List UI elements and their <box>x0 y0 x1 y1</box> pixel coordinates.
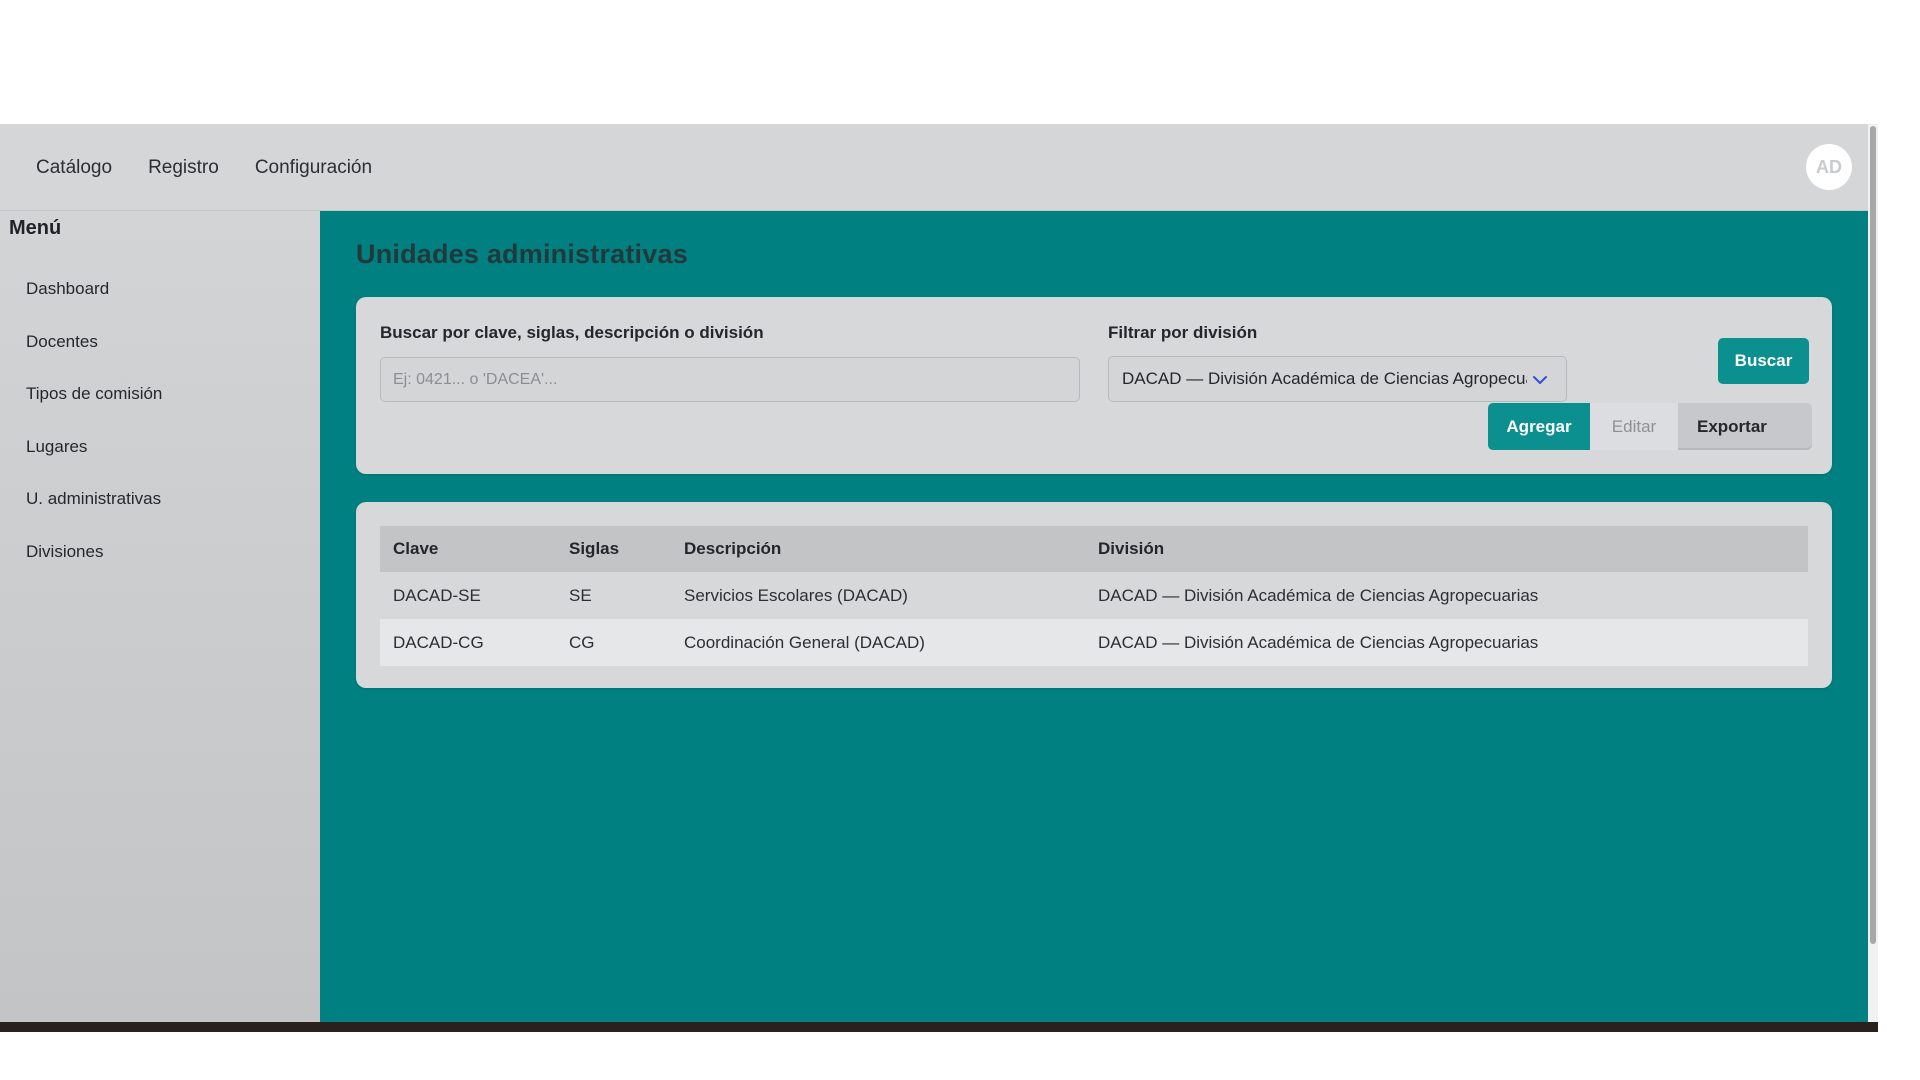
cell-division: DACAD — División Académica de Ciencias A… <box>1098 632 1539 652</box>
cell-siglas: CG <box>569 632 595 652</box>
division-filter-label: Filtrar por división <box>1108 323 1258 342</box>
nav-catalogo[interactable]: Catálogo <box>18 157 130 179</box>
exportar-button[interactable]: Exportar <box>1678 403 1812 450</box>
sidebar-title: Menú <box>9 217 62 239</box>
cell-clave: DACAD-SE <box>393 585 481 605</box>
editar-button[interactable]: Editar <box>1590 403 1678 450</box>
search-label: Buscar por clave, siglas, descripción o … <box>380 323 764 342</box>
sidebar-item-docentes[interactable]: Docentes <box>0 316 320 369</box>
nav-registro[interactable]: Registro <box>130 157 237 179</box>
header-descripcion[interactable]: Descripción <box>671 526 1085 572</box>
top-navbar: Catálogo Registro Configuración AD <box>0 124 1878 211</box>
search-input[interactable] <box>380 357 1080 402</box>
main-content: Unidades administrativas Buscar por clav… <box>320 211 1878 1022</box>
page-title: Unidades administrativas <box>356 239 688 269</box>
agregar-button[interactable]: Agregar <box>1488 403 1590 450</box>
sidebar-item-tipos-comision[interactable]: Tipos de comisión <box>0 368 320 421</box>
header-division[interactable]: División <box>1085 526 1808 572</box>
chevron-down-icon <box>1533 376 1547 384</box>
cell-division: DACAD — División Académica de Ciencias A… <box>1098 585 1539 605</box>
sidebar-item-u-administrativas[interactable]: U. administrativas <box>0 473 320 526</box>
division-select[interactable]: DACAD — División Académica de Ciencias A… <box>1108 356 1567 402</box>
cell-clave: DACAD-CG <box>393 632 484 652</box>
app-window: Catálogo Registro Configuración AD Menú … <box>0 124 1878 1032</box>
filter-card: Buscar por clave, siglas, descripción o … <box>356 297 1832 474</box>
sidebar-item-dashboard[interactable]: Dashboard <box>0 263 320 316</box>
cell-siglas: SE <box>569 585 592 605</box>
table-header-row: Clave Siglas Descripción División <box>380 526 1808 572</box>
table-row[interactable]: DACAD-SE SE Servicios Escolares (DACAD) … <box>380 572 1808 619</box>
sidebar-item-lugares[interactable]: Lugares <box>0 421 320 474</box>
units-table: Clave Siglas Descripción División DACAD-… <box>380 526 1808 666</box>
results-card: Clave Siglas Descripción División DACAD-… <box>356 502 1832 688</box>
buscar-button[interactable]: Buscar <box>1718 338 1809 384</box>
top-nav: Catálogo Registro Configuración <box>18 124 390 211</box>
header-siglas[interactable]: Siglas <box>556 526 671 572</box>
cell-descripcion: Coordinación General (DACAD) <box>684 632 925 652</box>
sidebar-item-divisiones[interactable]: Divisiones <box>0 526 320 579</box>
scrollbar-thumb[interactable] <box>1870 126 1876 944</box>
sidebar-menu: Dashboard Docentes Tipos de comisión Lug… <box>0 263 320 578</box>
cell-descripcion: Servicios Escolares (DACAD) <box>684 585 908 605</box>
header-clave[interactable]: Clave <box>380 526 556 572</box>
division-select-value: DACAD — División Académica de Ciencias A… <box>1122 369 1527 388</box>
user-avatar[interactable]: AD <box>1806 144 1852 190</box>
nav-configuracion[interactable]: Configuración <box>237 157 390 179</box>
taskbar-edge <box>0 1022 1878 1032</box>
table-row[interactable]: DACAD-CG CG Coordinación General (DACAD)… <box>380 619 1808 666</box>
sidebar: Menú Dashboard Docentes Tipos de comisió… <box>0 211 320 1022</box>
